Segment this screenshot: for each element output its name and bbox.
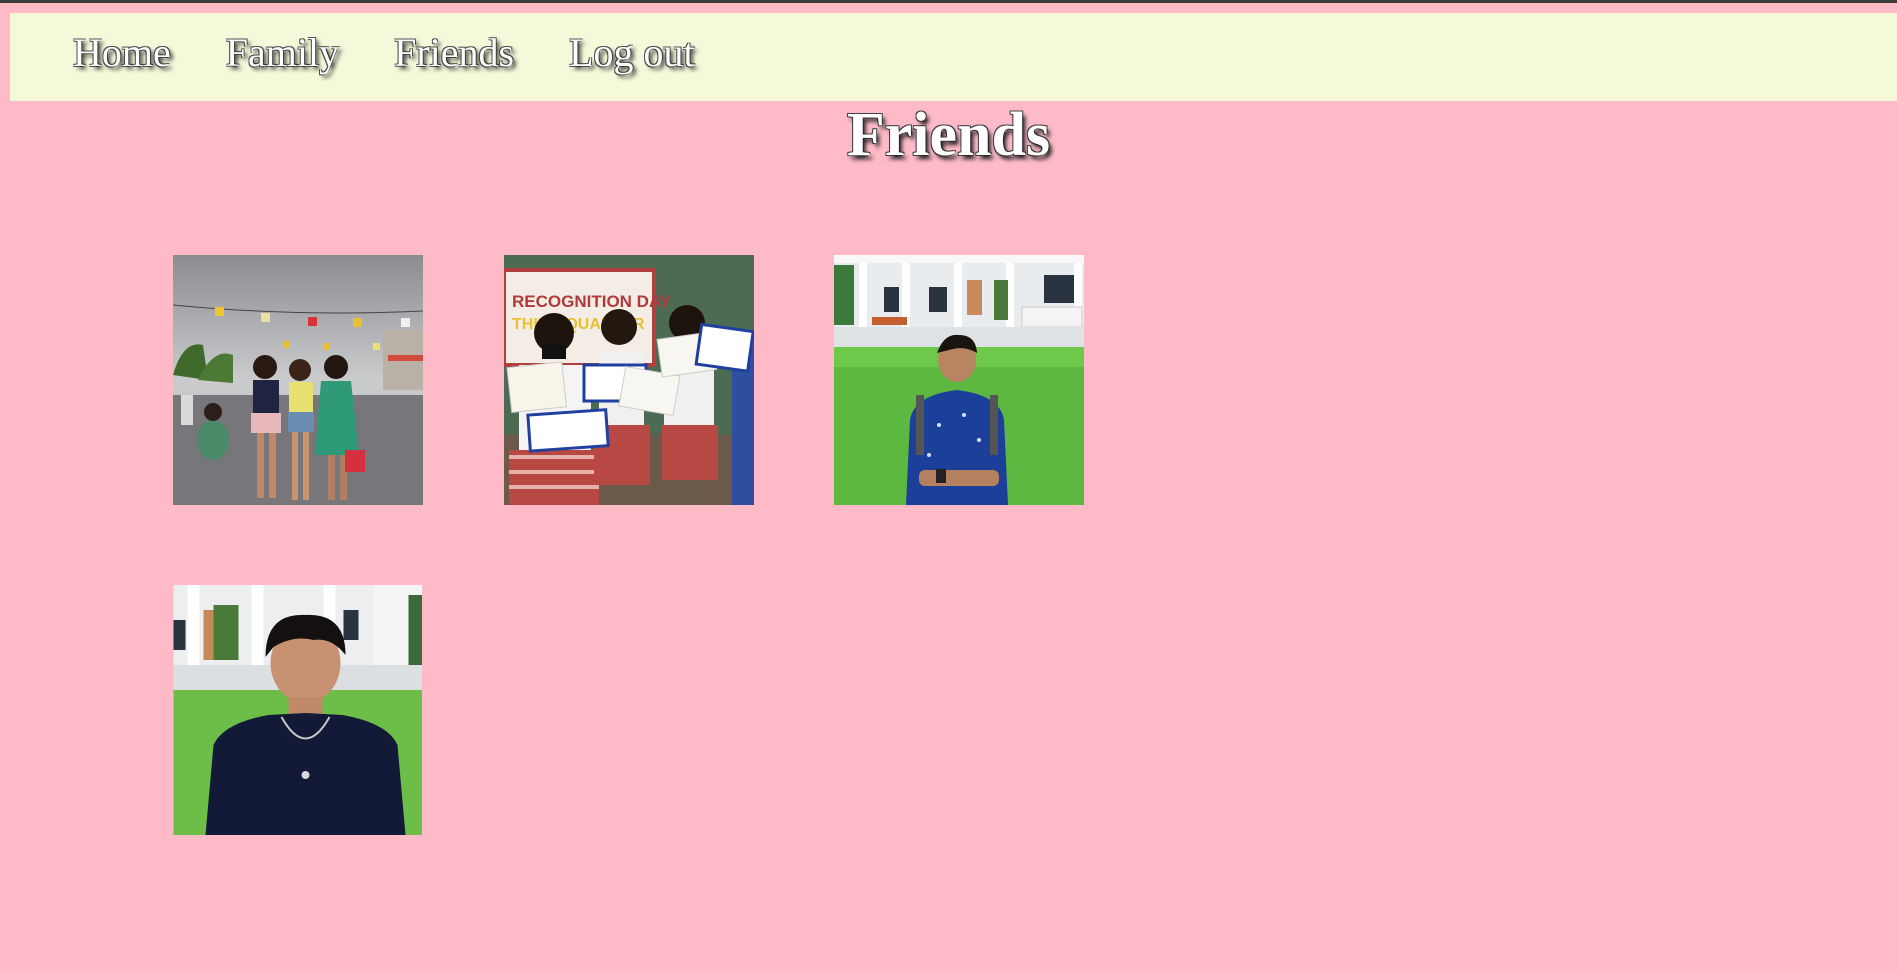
friend-photo-building-lawn[interactable] [834, 255, 1084, 505]
top-border [0, 0, 1897, 3]
friend-photo-group-street[interactable] [173, 255, 423, 505]
friend-photo-portrait[interactable] [173, 585, 422, 835]
svg-text:RECOGNITION DAY: RECOGNITION DAY [512, 292, 672, 311]
friend-photo-recognition-day-image: RECOGNITION DAY THIRD QUARTER [504, 255, 754, 505]
friend-photo-building-lawn-image [834, 255, 1084, 505]
friend-photo-portrait-image [173, 585, 422, 835]
top-navbar: Home Family Friends Log out [10, 13, 1897, 101]
friend-photo-recognition-day[interactable]: RECOGNITION DAY THIRD QUARTER [504, 255, 754, 505]
nav-logout-link[interactable]: Log out [569, 29, 695, 76]
nav-friends-link[interactable]: Friends [394, 29, 514, 76]
friend-photo-group-street-image [173, 255, 423, 505]
page-title: Friends [846, 101, 1051, 169]
nav-family-link[interactable]: Family [226, 29, 339, 76]
nav-home-link[interactable]: Home [73, 29, 171, 76]
